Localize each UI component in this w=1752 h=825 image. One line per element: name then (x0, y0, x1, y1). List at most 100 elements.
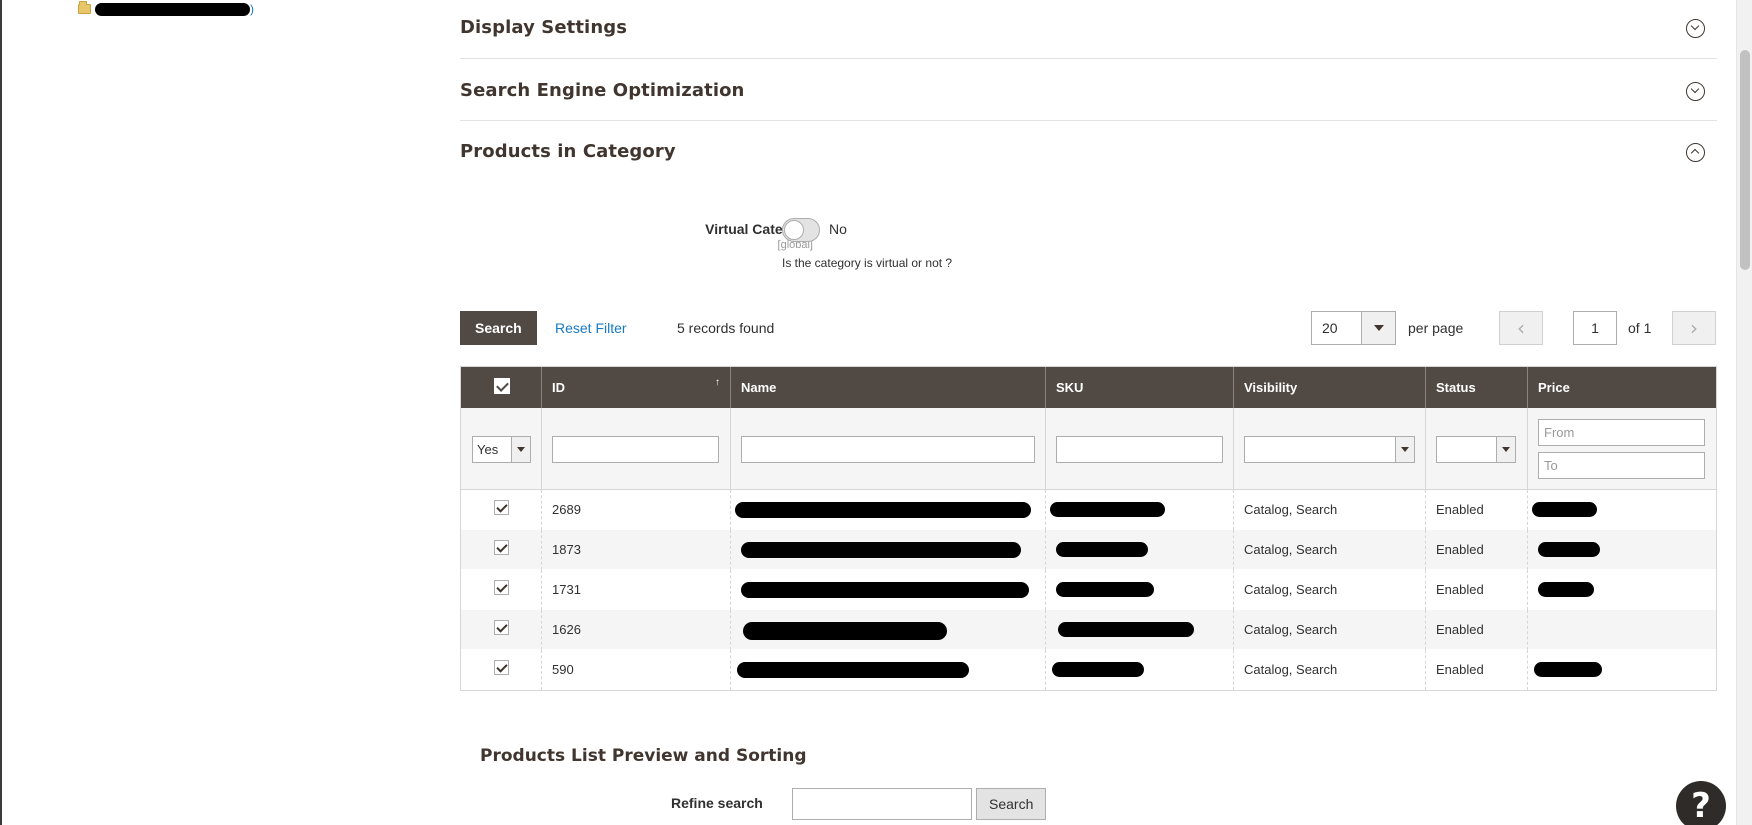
page-number-input[interactable]: 1 (1573, 311, 1617, 345)
row-select[interactable] (461, 650, 542, 690)
visibility-filter[interactable] (1244, 436, 1415, 463)
column-status[interactable]: Status (1426, 367, 1528, 408)
row-checkbox[interactable] (494, 540, 509, 555)
filter-cell (1426, 408, 1528, 490)
redacted-text (737, 662, 969, 678)
cell-price (1528, 610, 1716, 650)
left-border (0, 0, 2, 825)
search-button[interactable]: Search (460, 311, 537, 345)
cell-sku (1046, 490, 1234, 530)
category-tree-item[interactable]: ) (78, 1, 254, 16)
price-to-input[interactable]: To (1538, 452, 1705, 479)
filter-cell (1046, 408, 1234, 490)
table-row[interactable]: 1873 Catalog, Search Enabled (461, 530, 1716, 570)
section-products-in-category[interactable]: Products in Category (460, 121, 1717, 171)
cell-status: Enabled (1426, 610, 1528, 650)
column-visibility[interactable]: Visibility (1234, 367, 1426, 408)
cell-visibility: Catalog, Search (1234, 570, 1426, 610)
per-page-value: 20 (1322, 320, 1338, 336)
row-select[interactable] (461, 490, 542, 530)
cell-status: Enabled (1426, 530, 1528, 570)
row-checkbox[interactable] (494, 620, 509, 635)
redacted-text (1538, 542, 1600, 557)
cell-price (1528, 650, 1716, 690)
redacted-text (743, 622, 947, 640)
cell-id: 1731 (542, 570, 731, 610)
cell-sku (1046, 570, 1234, 610)
prev-page-button[interactable]: ‹ (1499, 311, 1543, 345)
id-filter-input[interactable] (552, 436, 719, 463)
virtual-category-toggle[interactable] (782, 218, 820, 242)
row-checkbox[interactable] (494, 660, 509, 675)
per-page-select[interactable]: 20 (1311, 311, 1396, 345)
section-title: Search Engine Optimization (460, 80, 745, 101)
row-select[interactable] (461, 530, 542, 570)
cell-price (1528, 530, 1716, 570)
redacted-text (1050, 502, 1165, 517)
redacted-text (1538, 582, 1594, 597)
cell-visibility: Catalog, Search (1234, 650, 1426, 690)
table-row[interactable]: 590 Catalog, Search Enabled (461, 650, 1716, 690)
section-display-settings[interactable]: Display Settings (460, 0, 1717, 59)
cell-price (1528, 570, 1716, 610)
column-label: ID (552, 380, 565, 395)
cell-id: 1873 (542, 530, 731, 570)
in-category-filter[interactable]: Yes (472, 436, 531, 463)
sku-filter-input[interactable] (1056, 436, 1223, 463)
column-label: Name (741, 380, 777, 395)
redacted-text (741, 542, 1021, 558)
sort-asc-icon: ↑ (715, 377, 720, 388)
redacted-text (1056, 542, 1148, 557)
row-checkbox[interactable] (494, 580, 509, 595)
refine-search-button[interactable]: Search (976, 788, 1047, 820)
per-page-label: per page (1408, 320, 1464, 336)
cell-name (731, 570, 1046, 610)
name-filter-input[interactable] (741, 436, 1035, 463)
reset-filter-link[interactable]: Reset Filter (555, 320, 627, 336)
status-filter[interactable] (1436, 436, 1516, 463)
cell-status: Enabled (1426, 650, 1528, 690)
column-sku[interactable]: SKU (1046, 367, 1234, 408)
refine-search-input[interactable] (792, 788, 972, 820)
cell-sku (1046, 610, 1234, 650)
table-row[interactable]: 2689 Catalog, Search Enabled (461, 490, 1716, 530)
section-title: Products in Category (460, 141, 676, 162)
chevron-up-icon[interactable] (1686, 143, 1705, 162)
next-page-button[interactable]: › (1672, 311, 1716, 345)
chevron-down-icon[interactable] (1686, 82, 1705, 101)
cell-visibility: Catalog, Search (1234, 610, 1426, 650)
grid-header: ID ↑ Name SKU Visibility Status Price (461, 367, 1716, 408)
field-note: Is the category is virtual or not ? (782, 256, 953, 270)
cell-sku (1046, 650, 1234, 690)
redacted-text (1052, 662, 1144, 677)
filter-cell (542, 408, 731, 490)
table-row[interactable]: 1731 Catalog, Search Enabled (461, 570, 1716, 610)
column-label: Status (1436, 380, 1476, 395)
filter-cell (731, 408, 1046, 490)
cell-name (731, 530, 1046, 570)
row-select[interactable] (461, 610, 542, 650)
cell-price (1528, 490, 1716, 530)
cell-id: 2689 (542, 490, 731, 530)
help-icon[interactable]: ? (1676, 781, 1726, 825)
filter-row: Yes From To (461, 408, 1716, 490)
row-select[interactable] (461, 570, 542, 610)
scrollbar-thumb[interactable] (1740, 50, 1750, 270)
page-scrollbar[interactable] (1736, 0, 1752, 825)
column-price[interactable]: Price (1528, 367, 1716, 408)
table-row[interactable]: 1626 Catalog, Search Enabled (461, 610, 1716, 650)
chevron-down-icon[interactable] (1361, 312, 1395, 344)
tree-item-suffix: ) (250, 2, 254, 16)
chevron-down-icon[interactable] (1686, 19, 1705, 38)
records-count: 5 records found (677, 320, 775, 336)
redacted-text (1532, 502, 1597, 517)
tree-item-label[interactable]: ) (95, 2, 254, 16)
price-from-input[interactable]: From (1538, 419, 1705, 446)
section-seo[interactable]: Search Engine Optimization (460, 59, 1717, 121)
column-id[interactable]: ID ↑ (542, 367, 731, 408)
column-name[interactable]: Name (731, 367, 1046, 408)
column-select[interactable] (461, 367, 542, 408)
select-all-checkbox[interactable] (494, 378, 510, 394)
row-checkbox[interactable] (494, 500, 509, 515)
cell-name (731, 650, 1046, 690)
